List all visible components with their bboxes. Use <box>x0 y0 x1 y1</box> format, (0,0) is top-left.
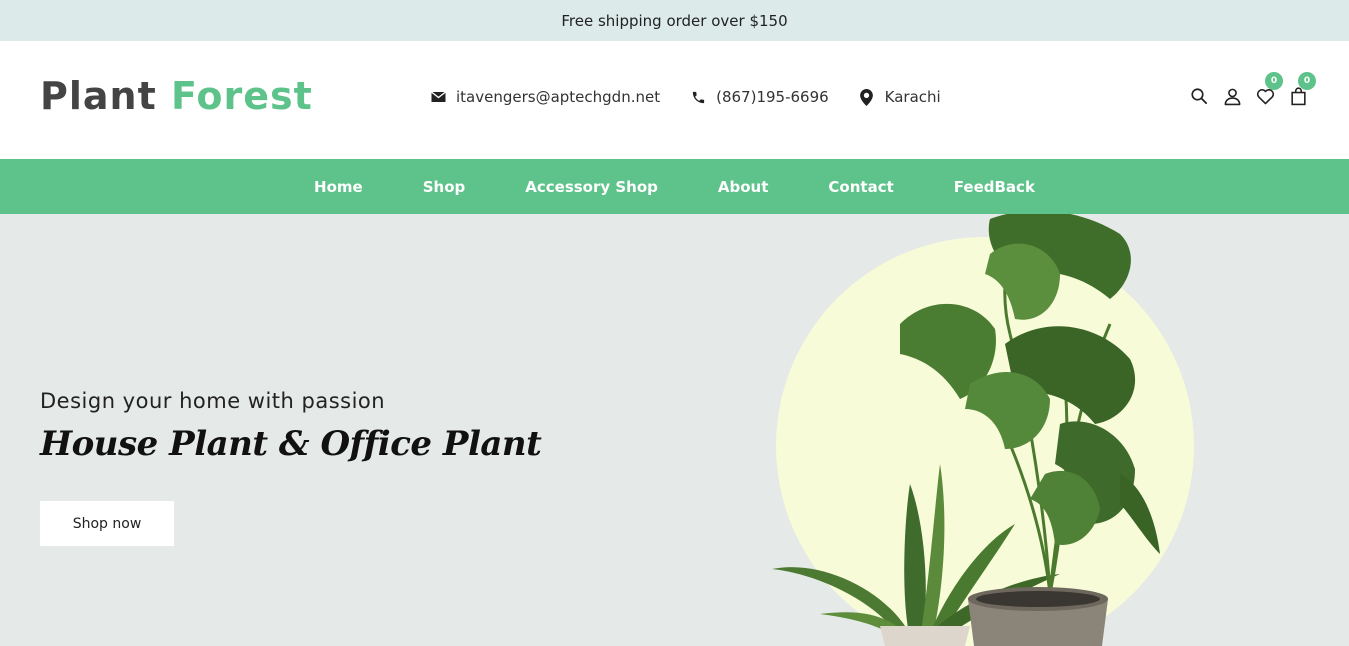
hero-subtitle: Design your home with passion <box>40 389 386 413</box>
cart-count-badge: 0 <box>1298 72 1316 90</box>
logo-text-forest: Forest <box>170 74 313 118</box>
nav-item-shop[interactable]: Shop <box>423 178 466 196</box>
contact-phone-text: (867)195-6696 <box>716 88 829 106</box>
hero-title: House Plant & Office Plant <box>40 424 542 464</box>
header-actions: 0 0 <box>1177 72 1316 107</box>
nav-item-home[interactable]: Home <box>314 178 363 196</box>
announcement-text: Free shipping order over $150 <box>561 11 788 30</box>
wishlist-count-badge: 0 <box>1265 72 1283 90</box>
logo-text-plant: Plant <box>40 74 157 118</box>
contact-email[interactable]: itavengers@aptechgdn.net <box>430 88 660 106</box>
site-header: Plant Forest itavengers@aptechgdn.net (8… <box>0 41 1349 159</box>
main-navigation: Home Shop Accessory Shop About Contact F… <box>0 159 1349 214</box>
site-logo[interactable]: Plant Forest <box>40 74 313 118</box>
shop-now-button[interactable]: Shop now <box>40 501 174 546</box>
nav-item-about[interactable]: About <box>718 178 769 196</box>
announcement-bar: Free shipping order over $150 <box>0 0 1349 41</box>
nav-item-accessory-shop[interactable]: Accessory Shop <box>525 178 658 196</box>
contact-email-text: itavengers@aptechgdn.net <box>456 88 661 106</box>
map-pin-icon <box>859 88 875 106</box>
contact-phone[interactable]: (867)195-6696 <box>690 88 829 106</box>
phone-icon <box>690 89 706 105</box>
user-account-icon[interactable] <box>1221 85 1243 107</box>
envelope-icon <box>430 89 446 105</box>
hero-plant-illustration <box>772 214 1194 646</box>
shopping-bag-icon[interactable]: 0 <box>1287 72 1316 107</box>
contact-location-text: Karachi <box>884 88 941 106</box>
hero-banner: Design your home with passion House Plan… <box>0 214 1349 646</box>
nav-item-contact[interactable]: Contact <box>828 178 893 196</box>
nav-item-feedback[interactable]: FeedBack <box>954 178 1035 196</box>
contact-location[interactable]: Karachi <box>859 88 941 106</box>
contact-info: itavengers@aptechgdn.net (867)195-6696 K… <box>430 88 971 106</box>
wishlist-heart-icon[interactable]: 0 <box>1254 72 1283 107</box>
search-icon[interactable] <box>1188 85 1210 107</box>
